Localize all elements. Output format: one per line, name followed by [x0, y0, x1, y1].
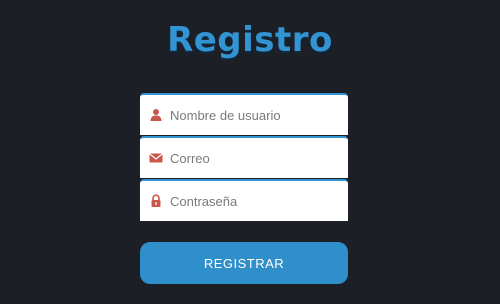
lock-icon [149, 194, 163, 208]
email-field-container [140, 136, 348, 178]
register-button[interactable]: REGISTRAR [140, 242, 348, 284]
password-input[interactable] [170, 181, 342, 221]
password-field-container [140, 179, 348, 221]
email-input[interactable] [170, 138, 342, 178]
registration-form [140, 93, 348, 222]
username-input[interactable] [170, 95, 342, 135]
page-title: Registro [167, 20, 333, 60]
envelope-icon [149, 151, 163, 165]
user-icon [149, 108, 163, 122]
username-field-container [140, 93, 348, 135]
